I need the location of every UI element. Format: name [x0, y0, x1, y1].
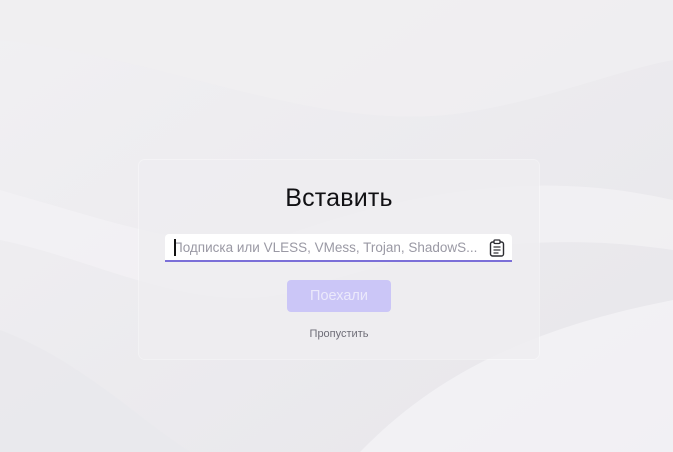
skip-link[interactable]: Пропустить: [139, 328, 539, 340]
text-caret: [174, 239, 176, 256]
paste-dialog: Вставить Поехали Пропустить: [139, 160, 539, 359]
subscription-input-field[interactable]: [165, 234, 512, 262]
clipboard-icon[interactable]: [488, 239, 506, 257]
dialog-title: Вставить: [285, 184, 393, 212]
submit-button[interactable]: Поехали: [287, 280, 391, 312]
subscription-input[interactable]: [173, 234, 479, 260]
